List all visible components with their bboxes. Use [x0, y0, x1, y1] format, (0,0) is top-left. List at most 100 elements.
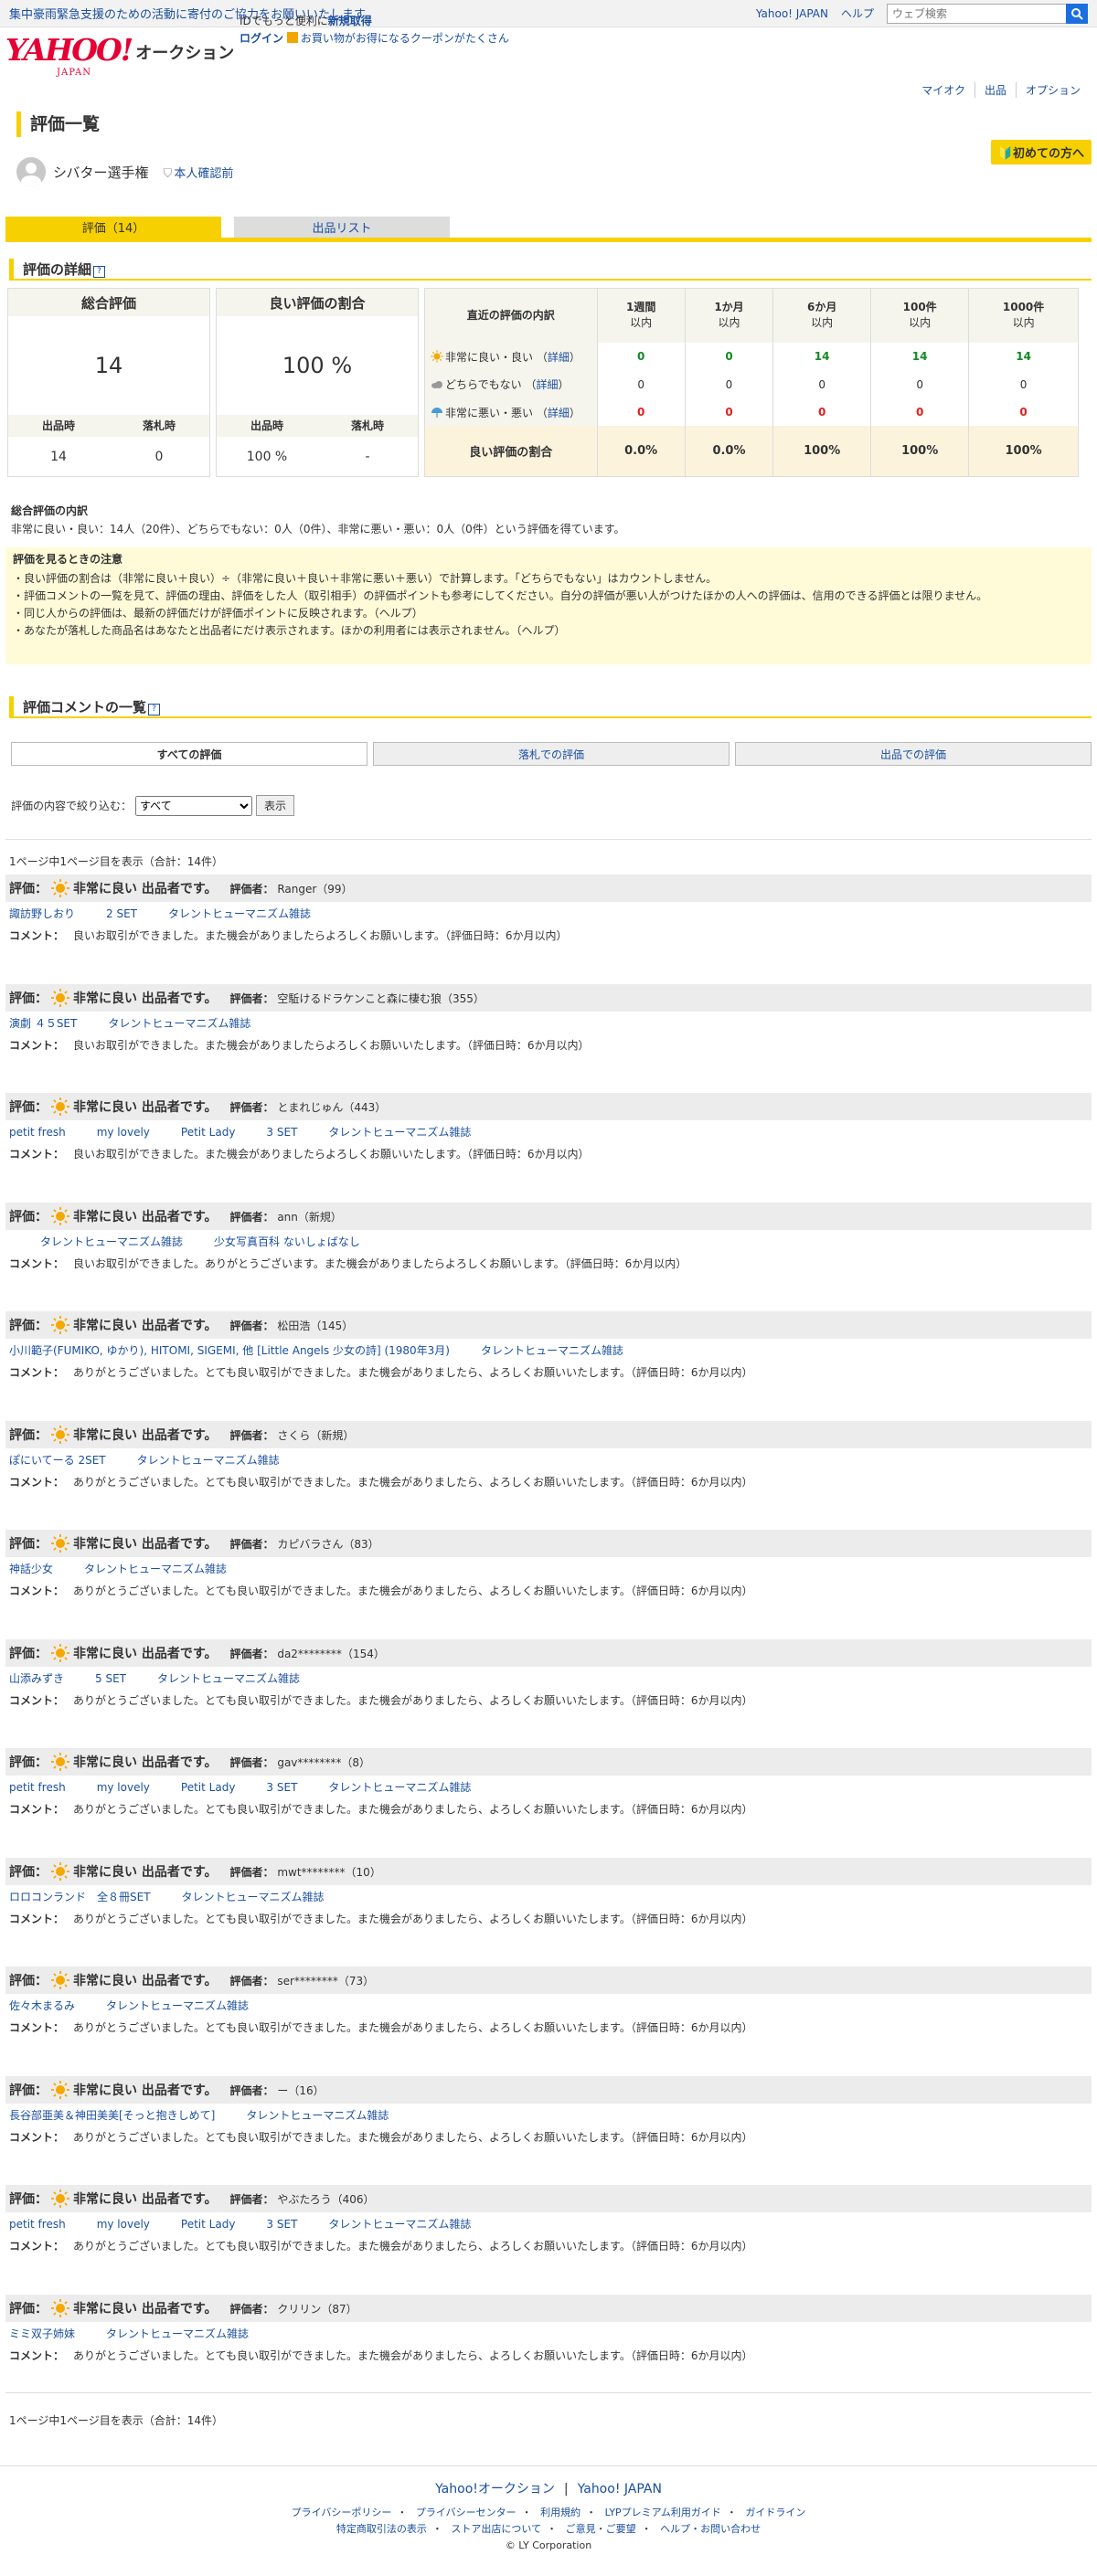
rater-name[interactable]: gav******** — [277, 1756, 341, 1769]
item-link[interactable]: petit fresh — [9, 2218, 66, 2231]
item-link[interactable]: 3 SET — [266, 1781, 297, 1794]
item-link[interactable]: 山添みずき — [9, 1672, 64, 1685]
item-link[interactable]: 小川範子(FUMIKO, ゆかり), HITOMI, SIGEMI, 他 [Li… — [9, 1344, 450, 1357]
cell: 0 — [968, 370, 1078, 398]
filter-tab-as-buyer[interactable]: 落札での評価 — [373, 742, 730, 766]
rater-name[interactable]: ser******** — [277, 1975, 338, 1988]
item-link[interactable]: petit fresh — [9, 1126, 66, 1139]
row-bad-label: 非常に悪い・悪い — [445, 406, 534, 419]
review-item: 評価： 非常に良い 出品者です。 評価者： さくら（新規） ぽにいてーる 2SET タレ… — [5, 1421, 1092, 1492]
item-link[interactable]: my lovely — [97, 1126, 150, 1139]
filter-show-button[interactable]: 表示 — [256, 795, 295, 816]
item-link[interactable]: Petit Lady — [181, 1781, 236, 1794]
subnav-myauction[interactable]: マイオク — [912, 82, 975, 98]
footer-link[interactable]: LYPプレミアム利用ガイド — [605, 2507, 721, 2518]
rater-name[interactable]: ann — [277, 1211, 298, 1224]
sun-icon — [51, 1097, 69, 1116]
item-link[interactable]: 3 SET — [266, 2218, 297, 2231]
rater-name[interactable]: mwt******** — [277, 1866, 345, 1879]
item-link[interactable]: 長谷部亜美＆神田美美[そっと抱きしめて] — [9, 2109, 215, 2122]
item-link[interactable]: タレントヒューマニズム雑誌 — [182, 1891, 325, 1903]
item-link[interactable]: my lovely — [97, 1781, 150, 1794]
yahoo-japan-link[interactable]: Yahoo! JAPAN — [756, 7, 828, 20]
rater-name[interactable]: da2******** — [277, 1648, 342, 1660]
tab-ratings[interactable]: 評価（14） — [5, 217, 221, 238]
item-link[interactable]: 5 SET — [95, 1672, 126, 1685]
search-input[interactable] — [887, 3, 1066, 24]
item-link[interactable]: タレントヒューマニズム雑誌 — [168, 907, 311, 920]
item-link[interactable]: Petit Lady — [181, 1126, 236, 1139]
item-link[interactable]: Petit Lady — [181, 2218, 236, 2231]
rater-name[interactable]: とまれじゅん — [277, 1101, 343, 1114]
footer-yahoo-japan-link[interactable]: Yahoo! JAPAN — [578, 2482, 662, 2496]
item-link[interactable]: 少女写真百科 ないしょばなし — [214, 1235, 360, 1248]
filter-select[interactable]: すべて — [135, 795, 253, 816]
subnav-sell[interactable]: 出品 — [974, 82, 1016, 98]
coupon-link[interactable]: お買い物がお得になるクーポンがたくさん — [301, 32, 509, 45]
item-link[interactable]: 諏訪野しおり — [9, 907, 75, 920]
item-link[interactable]: タレントヒューマニズム雑誌 — [40, 1235, 183, 1248]
item-link[interactable]: 2 SET — [106, 907, 137, 920]
promo-text: IDでもっと便利に — [240, 15, 328, 27]
rater-name[interactable]: クリリン — [277, 2303, 321, 2316]
item-link[interactable]: ミミ双子姉妹 — [9, 2327, 75, 2340]
footer-link[interactable]: ストア出店について — [451, 2523, 541, 2535]
item-link[interactable]: タレントヒューマニズム雑誌 — [328, 1126, 471, 1139]
footer-yahoo-auction-link[interactable]: Yahoo!オークション — [435, 2482, 555, 2496]
item-link[interactable]: 佐々木まるみ — [9, 1999, 75, 2012]
beginner-guide-button[interactable]: 🔰初めての方へ — [990, 140, 1092, 164]
subnav-options[interactable]: オプション — [1015, 82, 1090, 98]
rater-name[interactable]: Ranger — [277, 883, 316, 896]
cell: 0 — [684, 370, 773, 398]
item-link[interactable]: タレントヒューマニズム雑誌 — [328, 2218, 471, 2231]
tab-listings[interactable]: 出品リスト — [234, 217, 450, 238]
rater-name[interactable]: 空駈けるドラケンこと森に棲む狼 — [277, 992, 442, 1005]
help-icon[interactable]: ? — [93, 266, 106, 278]
item-link[interactable]: タレントヒューマニズム雑誌 — [481, 1344, 623, 1357]
footer-link[interactable]: ガイドライン — [745, 2507, 805, 2518]
row-good-detail-link[interactable]: 詳細 — [548, 351, 570, 364]
item-link[interactable]: 神話少女 — [9, 1563, 53, 1575]
search-button[interactable] — [1066, 3, 1088, 24]
item-link[interactable]: タレントヒューマニズム雑誌 — [246, 2109, 389, 2122]
yahoo-auction-logo[interactable]: YAHOO! JAPAN オークション — [5, 35, 234, 78]
item-link[interactable]: タレントヒューマニズム雑誌 — [328, 1781, 471, 1794]
footer-link[interactable]: ご意見・ご要望 — [566, 2523, 636, 2535]
footer-link[interactable]: 特定商取引法の表示 — [336, 2523, 427, 2535]
rater-name[interactable]: カピバラさん — [277, 1538, 343, 1551]
item-link[interactable]: petit fresh — [9, 1781, 66, 1794]
help-icon[interactable]: ? — [148, 704, 161, 716]
item-link[interactable]: タレントヒューマニズム雑誌 — [157, 1672, 300, 1685]
rater-label: 評価者： — [229, 2192, 274, 2206]
rater-name[interactable]: ー — [277, 2084, 288, 2097]
cell: 100% — [968, 426, 1078, 476]
item-link[interactable]: タレントヒューマニズム雑誌 — [106, 2327, 249, 2340]
item-link[interactable]: 3 SET — [266, 1126, 297, 1139]
help-link[interactable]: ヘルプ — [841, 5, 874, 21]
footer-link[interactable]: 利用規約 — [540, 2507, 580, 2518]
footer-link[interactable]: プライバシーポリシー — [292, 2507, 392, 2518]
rater-name[interactable]: さくら — [277, 1429, 310, 1442]
item-link[interactable]: タレントヒューマニズム雑誌 — [106, 1999, 249, 2012]
item-link[interactable]: タレントヒューマニズム雑誌 — [108, 1017, 250, 1030]
row-neutral-detail-link[interactable]: 詳細 — [536, 378, 558, 391]
cell: 0 — [596, 398, 686, 427]
rater-name[interactable]: 松田浩 — [277, 1320, 310, 1332]
signup-link[interactable]: 新規取得 — [328, 15, 372, 27]
footer-link[interactable]: ヘルプ・お問い合わせ — [660, 2523, 761, 2535]
breakdown-title: 総合評価の内訳 — [11, 504, 89, 517]
row-bad-detail-link[interactable]: 詳細 — [548, 407, 570, 419]
filter-tab-as-seller[interactable]: 出品での評価 — [735, 742, 1092, 766]
rater-score: （73） — [337, 1974, 375, 1988]
item-link[interactable]: タレントヒューマニズム雑誌 — [84, 1563, 227, 1575]
login-link[interactable]: ログイン — [240, 32, 283, 45]
footer-link[interactable]: プライバシーセンター — [416, 2507, 517, 2518]
item-link[interactable]: ぽにいてーる 2SET — [9, 1454, 106, 1467]
item-link[interactable]: タレントヒューマニズム雑誌 — [137, 1454, 280, 1467]
verification-status[interactable]: ⛉ 本人確認前 — [164, 164, 234, 181]
filter-tab-all[interactable]: すべての評価 — [11, 742, 367, 766]
item-link[interactable]: ロロコンランド 全８冊SET — [9, 1891, 151, 1903]
item-link[interactable]: my lovely — [97, 2218, 150, 2231]
rater-name[interactable]: やぶたろう — [277, 2193, 331, 2206]
item-link[interactable]: 演劇 ４５SET — [9, 1017, 77, 1030]
